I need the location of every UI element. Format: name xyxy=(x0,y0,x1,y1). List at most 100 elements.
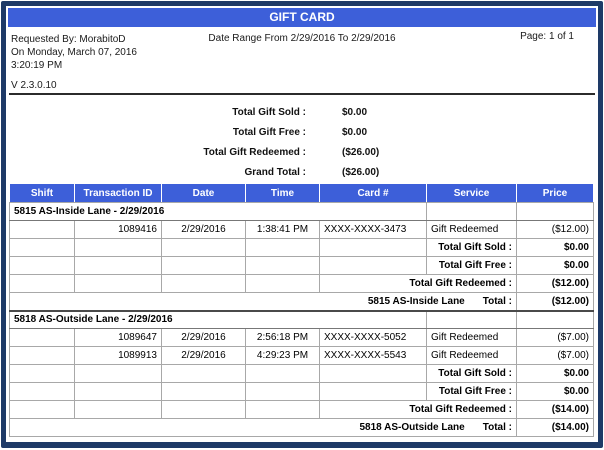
empty-cell xyxy=(162,275,246,293)
empty-cell xyxy=(10,365,75,383)
group-header-label: 5815 AS-Inside Lane - 2/29/2016 xyxy=(10,203,427,221)
cell-card: XXXX-XXXX-5052 xyxy=(320,329,427,347)
group-total-word: Total : xyxy=(465,296,512,307)
total-label: Total Gift Redeemed : xyxy=(320,275,517,293)
report-title: GIFT CARD xyxy=(8,8,596,27)
cell-service: Gift Redeemed xyxy=(427,221,517,239)
summary-value: ($26.00) xyxy=(342,143,379,163)
cell-transaction-id: 1089647 xyxy=(75,329,162,347)
cell-shift xyxy=(10,329,75,347)
summary-label: Total Gift Sold : xyxy=(6,103,306,123)
report-run-time: 3:20:19 PM xyxy=(11,59,137,72)
total-label: Total Gift Free : xyxy=(427,257,517,275)
empty-cell xyxy=(246,365,320,383)
empty-cell xyxy=(320,257,427,275)
group-total-label: 5815 AS-Inside LaneTotal : xyxy=(10,293,517,311)
group-total-word: Total : xyxy=(465,422,512,433)
empty-cell xyxy=(320,239,427,257)
cell-price: ($12.00) xyxy=(517,221,594,239)
empty-cell xyxy=(162,239,246,257)
summary-label: Total Gift Redeemed : xyxy=(6,143,306,163)
summary-value: $0.00 xyxy=(342,103,367,123)
empty-cell xyxy=(10,401,75,419)
empty-cell xyxy=(10,275,75,293)
empty-cell xyxy=(10,383,75,401)
total-row: Total Gift Free : $0.00 xyxy=(10,383,594,401)
cell-date: 2/29/2016 xyxy=(162,329,246,347)
total-row: Total Gift Redeemed : ($12.00) xyxy=(10,275,594,293)
transactions-table: Shift Transaction ID Date Time Card # Se… xyxy=(9,183,594,437)
cell-transaction-id: 1089913 xyxy=(75,347,162,365)
empty-cell xyxy=(246,383,320,401)
summary-value: $0.00 xyxy=(342,123,367,143)
col-header-shift: Shift xyxy=(10,184,75,203)
table-row: 1089416 2/29/2016 1:38:41 PM XXXX-XXXX-3… xyxy=(10,221,594,239)
col-header-date: Date xyxy=(162,184,246,203)
cell-date: 2/29/2016 xyxy=(162,221,246,239)
cell-transaction-id: 1089416 xyxy=(75,221,162,239)
group-total-value: ($14.00) xyxy=(517,419,594,437)
empty-cell xyxy=(246,401,320,419)
col-header-price: Price xyxy=(517,184,594,203)
col-header-time: Time xyxy=(246,184,320,203)
cell-service: Gift Redeemed xyxy=(427,347,517,365)
empty-cell xyxy=(75,383,162,401)
col-header-transaction-id: Transaction ID xyxy=(75,184,162,203)
report-header-info: Requested By: MorabitoD On Monday, March… xyxy=(6,27,598,93)
group-total-label: 5818 AS-Outside LaneTotal : xyxy=(10,419,517,437)
total-row: Total Gift Free : $0.00 xyxy=(10,257,594,275)
empty-cell xyxy=(427,203,517,221)
empty-cell xyxy=(75,239,162,257)
cell-price: ($7.00) xyxy=(517,329,594,347)
cell-shift xyxy=(10,347,75,365)
group-total-name: 5818 AS-Outside Lane xyxy=(360,422,465,433)
empty-cell xyxy=(75,401,162,419)
group-header-label: 5818 AS-Outside Lane - 2/29/2016 xyxy=(10,311,427,329)
cell-card: XXXX-XXXX-3473 xyxy=(320,221,427,239)
total-value: ($12.00) xyxy=(517,275,594,293)
empty-cell xyxy=(10,239,75,257)
total-label: Total Gift Redeemed : xyxy=(320,401,517,419)
cell-time: 1:38:41 PM xyxy=(246,221,320,239)
col-header-service: Service xyxy=(427,184,517,203)
empty-cell xyxy=(75,275,162,293)
empty-cell xyxy=(517,203,594,221)
group-header-row: 5815 AS-Inside Lane - 2/29/2016 xyxy=(10,203,594,221)
total-value: $0.00 xyxy=(517,257,594,275)
cell-card: XXXX-XXXX-5543 xyxy=(320,347,427,365)
cell-shift xyxy=(10,221,75,239)
summary-totals: Total Gift Sold : $0.00 Total Gift Free … xyxy=(6,95,598,183)
table-row: 1089647 2/29/2016 2:56:18 PM XXXX-XXXX-5… xyxy=(10,329,594,347)
table-row: 1089913 2/29/2016 4:29:23 PM XXXX-XXXX-5… xyxy=(10,347,594,365)
total-value: $0.00 xyxy=(517,383,594,401)
summary-row: Total Gift Redeemed : ($26.00) xyxy=(6,143,598,163)
total-row: Total Gift Sold : $0.00 xyxy=(10,239,594,257)
total-label: Total Gift Sold : xyxy=(427,239,517,257)
total-label: Total Gift Sold : xyxy=(427,365,517,383)
summary-label: Total Gift Free : xyxy=(6,123,306,143)
table-header-row: Shift Transaction ID Date Time Card # Se… xyxy=(10,184,594,203)
empty-cell xyxy=(246,275,320,293)
empty-cell xyxy=(75,365,162,383)
summary-value: ($26.00) xyxy=(342,163,379,183)
group-total-value: ($12.00) xyxy=(517,293,594,311)
empty-cell xyxy=(10,257,75,275)
group-total-name: 5815 AS-Inside Lane xyxy=(368,296,465,307)
cell-price: ($7.00) xyxy=(517,347,594,365)
empty-cell xyxy=(320,365,427,383)
cell-service: Gift Redeemed xyxy=(427,329,517,347)
summary-row: Total Gift Free : $0.00 xyxy=(6,123,598,143)
empty-cell xyxy=(320,383,427,401)
cell-time: 4:29:23 PM xyxy=(246,347,320,365)
empty-cell xyxy=(246,239,320,257)
total-row: Total Gift Redeemed : ($14.00) xyxy=(10,401,594,419)
report-run-date: On Monday, March 07, 2016 xyxy=(11,46,137,59)
summary-label: Grand Total : xyxy=(6,163,306,183)
empty-cell xyxy=(427,311,517,329)
summary-row: Total Gift Sold : $0.00 xyxy=(6,103,598,123)
empty-cell xyxy=(162,365,246,383)
empty-cell xyxy=(162,383,246,401)
total-row: Total Gift Sold : $0.00 xyxy=(10,365,594,383)
col-header-card: Card # xyxy=(320,184,427,203)
group-header-row: 5818 AS-Outside Lane - 2/29/2016 xyxy=(10,311,594,329)
